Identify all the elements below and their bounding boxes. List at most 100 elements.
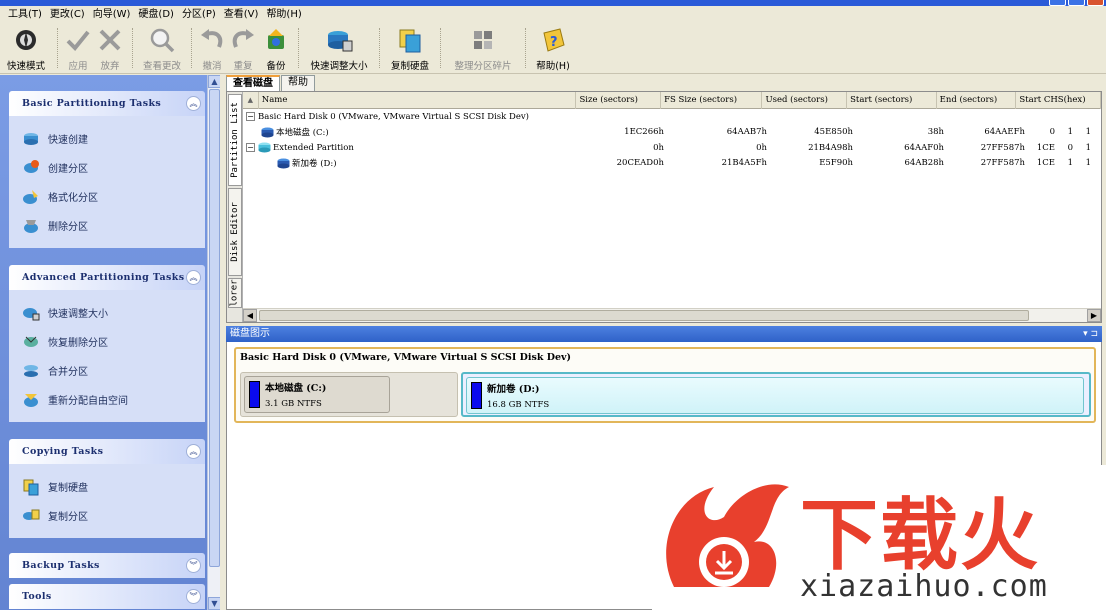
col-start[interactable]: Start (sectors)	[847, 92, 937, 109]
copy-disk-label: 复制硬盘	[390, 61, 429, 72]
menu-disk[interactable]: 硬盘(D)	[134, 7, 178, 23]
horizontal-scrollbar[interactable]: ◀ ▶	[243, 308, 1101, 322]
copy-disk-button[interactable]: 复制硬盘	[385, 24, 435, 72]
scrollbar-thumb[interactable]	[209, 89, 220, 567]
apply-button[interactable]: 应用	[63, 24, 93, 72]
view-changes-button[interactable]: 查看更改	[138, 24, 186, 72]
copying-tasks-header[interactable]: Copying Tasks ︽	[9, 439, 205, 464]
menu-help[interactable]: 帮助(H)	[262, 7, 305, 23]
scroll-right-icon[interactable]: ▶	[1087, 309, 1101, 322]
task-copy-partition[interactable]: 复制分区	[21, 501, 205, 530]
table-row[interactable]: − Extended Partition 0h 0h 21B4A98h 64AA…	[243, 140, 1101, 156]
task-delete-partition[interactable]: 删除分区	[21, 211, 205, 240]
tree-collapse-icon[interactable]: −	[246, 143, 255, 153]
task-quick-create[interactable]: 快速创建	[21, 124, 205, 153]
undo-button[interactable]: 撤消	[197, 24, 227, 72]
discard-button[interactable]: 放弃	[93, 24, 127, 72]
side-tab-partition-list[interactable]: Partition List	[228, 94, 242, 186]
task-pane-scrollbar[interactable]: ▲ ▼	[207, 75, 220, 610]
scrollbar-thumb[interactable]	[259, 310, 1029, 321]
menu-changes[interactable]: 更改(C)	[46, 7, 89, 23]
disk-map-title: 磁盘图示	[230, 328, 270, 339]
col-start-chs[interactable]: Start CHS(hex)	[1016, 92, 1101, 109]
advanced-tasks-body: 快速调整大小 恢复删除分区 合并分区 重新分配自由空间	[9, 290, 205, 422]
tools-header[interactable]: Tools ︾	[9, 584, 205, 609]
create-partition-icon	[21, 158, 41, 178]
task-redistribute-free-space[interactable]: 重新分配自由空间	[21, 385, 205, 414]
task-merge-partitions[interactable]: 合并分区	[21, 356, 205, 385]
task-label: 复制硬盘	[48, 483, 88, 494]
quick-mode-button[interactable]: 快速模式	[0, 24, 52, 72]
task-label: 删除分区	[48, 222, 88, 233]
table-row-disk[interactable]: − Basic Hard Disk 0 (VMware, VMware Virt…	[243, 109, 1101, 125]
partition-disk-icon	[261, 127, 274, 138]
side-tab-explorer[interactable]: lorer	[228, 278, 242, 308]
menu-view[interactable]: 查看(V)	[220, 7, 263, 23]
partition-info: 3.1 GB NTFS	[265, 399, 322, 409]
collapse-up-icon[interactable]: ︽	[186, 96, 201, 111]
basic-tasks-title: Basic Partitioning Tasks	[22, 98, 162, 109]
help-button[interactable]: ? 帮助(H)	[531, 24, 575, 72]
tab-view-disk[interactable]: 查看磁盘	[226, 75, 280, 91]
tree-collapse-icon[interactable]: −	[246, 112, 255, 122]
collapse-up-icon[interactable]: ︽	[186, 270, 201, 285]
disk-map-disk[interactable]: Basic Hard Disk 0 (VMware, VMware Virtua…	[234, 347, 1096, 423]
basic-tasks-header[interactable]: Basic Partitioning Tasks ︽	[9, 91, 205, 116]
menu-partition[interactable]: 分区(P)	[178, 7, 220, 23]
redo-button[interactable]: 重复	[227, 24, 259, 72]
copying-tasks-title: Copying Tasks	[22, 446, 104, 457]
quick-resize-button[interactable]: 快速调整大小	[304, 24, 374, 72]
task-copy-disk[interactable]: 复制硬盘	[21, 472, 205, 501]
col-name[interactable]: Name	[259, 92, 577, 109]
partition-name: 本地磁盘 (C:)	[265, 383, 327, 394]
panel-pin-icon[interactable]: ▾ ⊐	[1083, 326, 1098, 342]
cell-fs-size: 0h	[756, 142, 767, 153]
col-size[interactable]: Size (sectors)	[576, 92, 662, 109]
backup-tasks-title: Backup Tasks	[22, 560, 100, 571]
row-name-cell: − Basic Hard Disk 0 (VMware, VMware Virt…	[243, 112, 582, 122]
task-recover-partition[interactable]: 恢复删除分区	[21, 327, 205, 356]
partition-table: ▲ Name Size (sectors) FS Size (sectors) …	[243, 92, 1101, 308]
collapse-up-icon[interactable]: ︽	[186, 444, 201, 459]
table-row[interactable]: 新加卷 (D:) 20CEAD0h 21B4A5Fh E5F90h 64AB28…	[243, 156, 1101, 172]
sort-indicator-icon: ▲	[243, 92, 259, 109]
cell-chs-s: 1	[1085, 142, 1091, 153]
advanced-tasks-header[interactable]: Advanced Partitioning Tasks ︽	[9, 265, 205, 290]
disk-map-partition-d[interactable]: 新加卷 (D:) 16.8 GB NTFS	[461, 372, 1091, 417]
backup-tasks-header[interactable]: Backup Tasks ︾	[9, 553, 205, 578]
scroll-left-icon[interactable]: ◀	[243, 309, 257, 322]
defrag-button[interactable]: 整理分区碎片	[446, 24, 520, 72]
disk-map-partition-c[interactable]: 本地磁盘 (C:) 3.1 GB NTFS	[240, 372, 458, 417]
copying-tasks-group: Copying Tasks ︽ 复制硬盘 复制分区	[9, 439, 205, 538]
expand-down-icon[interactable]: ︾	[186, 558, 201, 573]
row-name-cell: − Extended Partition	[243, 142, 582, 153]
scroll-up-icon[interactable]: ▲	[208, 75, 220, 88]
task-create-partition[interactable]: 创建分区	[21, 153, 205, 182]
col-used[interactable]: Used (sectors)	[762, 92, 848, 109]
side-tab-disk-editor[interactable]: Disk Editor	[228, 188, 242, 276]
task-format-partition[interactable]: 格式化分区	[21, 182, 205, 211]
help-label: 帮助(H)	[536, 61, 570, 72]
backup-tasks-group: Backup Tasks ︾	[9, 553, 205, 578]
cell-start: 64AB28h	[904, 158, 945, 169]
cell-chs-c: 1CE	[1036, 158, 1055, 169]
side-tab-label: Partition List	[230, 102, 241, 178]
backup-label: 备份	[266, 61, 286, 72]
col-end[interactable]: End (sectors)	[937, 92, 1017, 109]
table-row[interactable]: 本地磁盘 (C:) 1EC266h 64AAB7h 45E850h 38h 64…	[243, 125, 1101, 141]
menu-tools[interactable]: 工具(T)	[4, 7, 46, 23]
delete-partition-icon	[21, 216, 41, 236]
toolbar-separator	[440, 28, 441, 68]
cell-chs-h: 0	[1067, 142, 1073, 153]
cell-end: 27FF587h	[980, 158, 1025, 169]
backup-button[interactable]: 备份	[259, 24, 293, 72]
menu-wizards[interactable]: 向导(W)	[89, 7, 135, 23]
x-icon	[96, 26, 124, 54]
scroll-down-icon[interactable]: ▼	[208, 597, 220, 610]
quick-create-icon	[21, 129, 41, 149]
task-label: 快速调整大小	[48, 309, 108, 320]
col-fs-size[interactable]: FS Size (sectors)	[661, 92, 763, 109]
expand-down-icon[interactable]: ︾	[186, 589, 201, 604]
task-quick-resize[interactable]: 快速调整大小	[21, 298, 205, 327]
tab-help[interactable]: 帮助	[281, 75, 315, 91]
